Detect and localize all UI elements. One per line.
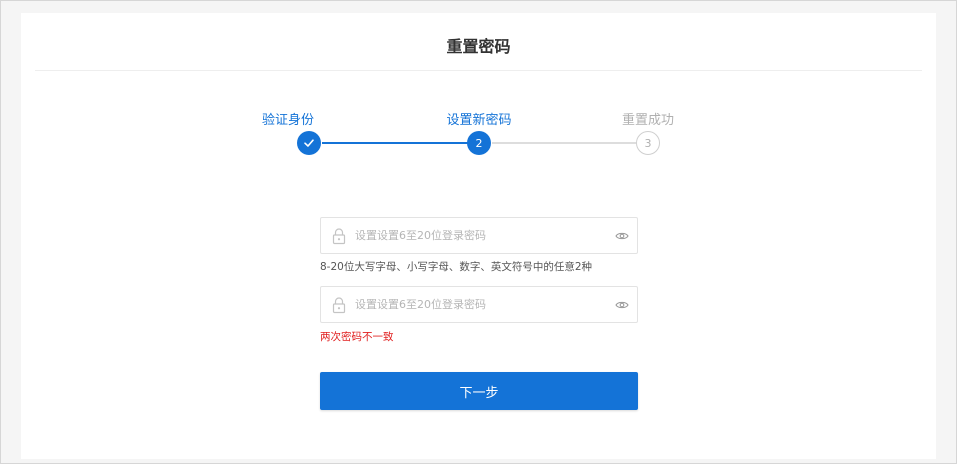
reset-password-card: 重置密码 验证身份 设置新密码 2 重置成功 3 8-20位大写字母、小写字母、… (21, 13, 936, 459)
password-hint: 8-20位大写字母、小写字母、数字、英文符号中的任意2种 (320, 261, 593, 273)
lock-icon (332, 228, 346, 245)
step-1-done (297, 131, 321, 155)
eye-icon[interactable] (615, 229, 629, 243)
next-step-button[interactable]: 下一步 (320, 372, 638, 410)
check-icon (304, 139, 314, 147)
confirm-password-input[interactable] (355, 287, 605, 322)
step-3-pending: 3 (636, 131, 660, 155)
password-field[interactable] (320, 217, 638, 254)
title-divider (35, 70, 922, 71)
page-title: 重置密码 (446, 37, 511, 56)
password-mismatch-error: 两次密码不一致 (320, 331, 394, 343)
step-label-reset-success: 重置成功 (621, 113, 675, 128)
eye-icon[interactable] (615, 298, 629, 312)
window-frame: 重置密码 验证身份 设置新密码 2 重置成功 3 8-20位大写字母、小写字母、… (0, 0, 957, 464)
password-input[interactable] (355, 218, 605, 253)
step-connector-2 (492, 142, 636, 144)
step-2-active: 2 (467, 131, 491, 155)
step-label-set-new-password: 设置新密码 (446, 113, 512, 128)
confirm-password-field[interactable] (320, 286, 638, 323)
lock-icon (332, 297, 346, 314)
step-connector-1 (322, 142, 468, 144)
step-label-verify-identity: 验证身份 (261, 113, 315, 128)
